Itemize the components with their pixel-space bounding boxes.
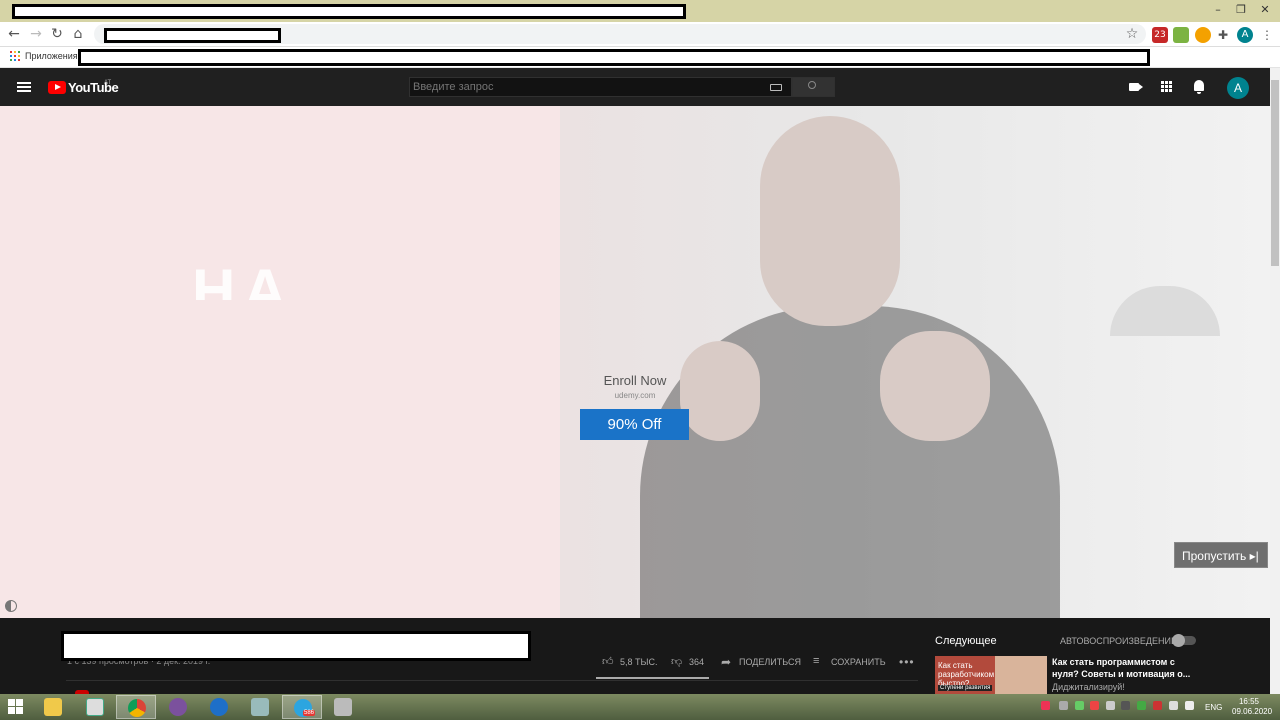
windows-start-icon[interactable]	[8, 699, 24, 715]
taskbar-chrome[interactable]	[116, 695, 156, 719]
reload-icon[interactable]: ↻	[47, 24, 67, 44]
spreadsheet-icon	[86, 698, 104, 716]
close-icon[interactable]: ✕	[1254, 2, 1276, 18]
tray-icon[interactable]	[1075, 701, 1084, 710]
dislike-count[interactable]: 364	[689, 657, 704, 667]
telegram-badge: 586	[303, 710, 316, 716]
tray-clock[interactable]: 16:55 09.06.2020	[1232, 697, 1273, 717]
extension-badge-icon[interactable]: 23	[1152, 27, 1168, 43]
tray-icon[interactable]	[1041, 701, 1050, 710]
network-icon[interactable]	[1153, 701, 1162, 710]
home-icon[interactable]: ⌂	[68, 24, 88, 44]
recommended-thumbnail[interactable]: Как стать разработчиком быстро? Ступени …	[935, 656, 1047, 694]
save-button[interactable]: СОХРАНИТЬ	[831, 657, 886, 667]
restore-icon[interactable]: ❐	[1230, 2, 1252, 18]
like-count[interactable]: 5,8 ТЫС.	[620, 657, 657, 667]
clock-time: 16:55	[1238, 697, 1260, 706]
up-next-heading: Следующее	[935, 635, 997, 647]
notifications-bell-icon[interactable]	[1194, 80, 1204, 94]
mail-icon	[210, 698, 228, 716]
search-icon	[808, 81, 816, 89]
redacted-bookmarks[interactable]	[78, 49, 1150, 66]
redacted-video-title	[61, 631, 531, 661]
menu-kebab-icon[interactable]: ⋮	[1259, 27, 1275, 43]
autoplay-label: АВТОВОСПРОИЗВЕДЕНИЕ	[1060, 636, 1177, 646]
ambient-mode-icon[interactable]	[5, 600, 17, 612]
tray-icon[interactable]	[1137, 701, 1146, 710]
dislike-icon[interactable]: 👎︎	[671, 655, 683, 668]
extension-icon[interactable]	[1173, 27, 1189, 43]
youtube-logo-icon[interactable]	[48, 81, 66, 94]
create-video-icon[interactable]	[1129, 83, 1143, 91]
region-code: AT	[104, 80, 112, 86]
scrollbar-thumb[interactable]	[1271, 80, 1279, 266]
apps-grid-icon[interactable]	[10, 51, 20, 61]
tray-icon[interactable]	[1106, 701, 1115, 710]
video-person-hand	[880, 331, 990, 441]
video-person-head	[760, 116, 900, 326]
ad-domain[interactable]: udemy.com	[560, 391, 710, 400]
clock-date: 09.06.2020	[1232, 707, 1273, 716]
account-avatar[interactable]: A	[1227, 77, 1249, 99]
taskbar-app[interactable]	[75, 695, 115, 719]
calculator-icon	[251, 698, 269, 716]
thumbnail-subtext: Ступени развития	[938, 685, 993, 691]
like-ratio-bar	[596, 677, 709, 679]
more-actions-icon[interactable]: •••	[899, 655, 915, 669]
autoplay-toggle-knob[interactable]	[1172, 634, 1185, 647]
redacted-tab-title[interactable]	[12, 4, 686, 19]
wifi-icon[interactable]	[1169, 701, 1178, 710]
share-icon[interactable]: ➦	[721, 655, 731, 669]
profile-avatar[interactable]: A	[1237, 27, 1253, 43]
taskbar-file-explorer[interactable]	[33, 695, 73, 719]
taskbar-app[interactable]	[199, 695, 239, 719]
like-icon[interactable]: 👍︎	[602, 655, 614, 668]
taskbar-app[interactable]	[323, 695, 363, 719]
back-icon[interactable]: ←	[4, 24, 24, 44]
youtube-apps-icon[interactable]	[1161, 81, 1173, 93]
recommended-title[interactable]: Как стать программистом с нуля? Советы и…	[1052, 656, 1192, 680]
redacted-url[interactable]	[104, 28, 281, 43]
extension-badge-count: 23	[1154, 30, 1166, 40]
video-frame-left	[0, 106, 560, 618]
language-indicator[interactable]: ENG	[1205, 703, 1222, 712]
forward-icon[interactable]: →	[26, 24, 46, 44]
tray-chevron-icon[interactable]	[1059, 701, 1068, 710]
volume-icon[interactable]	[1185, 701, 1194, 710]
extensions-puzzle-icon[interactable]: ✚	[1215, 27, 1231, 43]
viber-icon	[169, 698, 187, 716]
taskbar-viber[interactable]	[158, 695, 198, 719]
profile-letter: A	[1241, 29, 1249, 40]
hamburger-menu-icon[interactable]	[17, 82, 31, 92]
video-overlay-text: НА	[192, 257, 295, 300]
keyboard-icon[interactable]	[770, 84, 782, 91]
taskbar-telegram[interactable]: 586	[282, 695, 322, 719]
window-icon	[334, 698, 352, 716]
taskbar-calculator[interactable]	[240, 695, 280, 719]
minimize-icon[interactable]: –	[1207, 2, 1229, 18]
ad-cta-button[interactable]: 90% Off	[580, 409, 689, 440]
recommended-channel[interactable]: Диджитализируй!	[1052, 682, 1125, 692]
ad-title[interactable]: Enroll Now	[560, 373, 710, 388]
thumbnail-text: Как стать разработчиком быстро?	[938, 661, 995, 688]
chrome-icon	[128, 699, 146, 717]
bookmarks-apps-label[interactable]: Приложения	[25, 51, 78, 61]
video-player[interactable]: НА	[0, 106, 1270, 618]
skip-ad-button[interactable]: Пропустить ▸|	[1174, 542, 1268, 568]
search-input[interactable]	[413, 81, 753, 93]
share-button[interactable]: ПОДЕЛИТЬСЯ	[739, 657, 801, 667]
folder-icon	[44, 698, 62, 716]
bookmark-star-icon[interactable]: ☆	[1122, 24, 1142, 44]
divider	[66, 680, 918, 681]
save-playlist-icon[interactable]: ≡	[813, 655, 819, 667]
tray-icon[interactable]	[1090, 701, 1099, 710]
extension-icon[interactable]	[1195, 27, 1211, 43]
tray-icon[interactable]	[1121, 701, 1130, 710]
